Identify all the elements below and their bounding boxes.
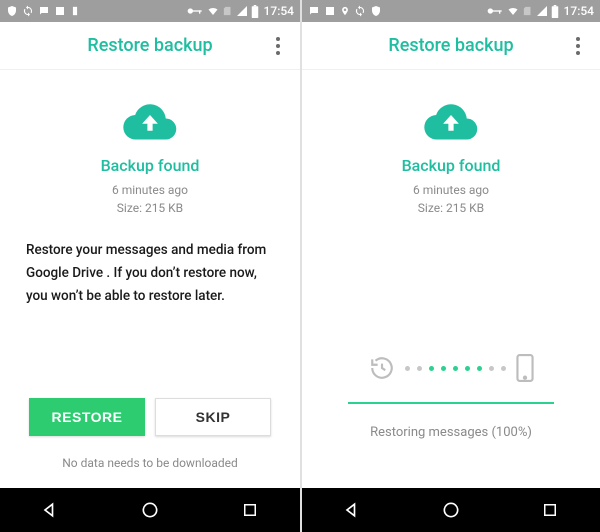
page-title: Restore backup bbox=[388, 35, 513, 56]
nav-home-button[interactable] bbox=[125, 500, 175, 520]
backup-found-heading: Backup found bbox=[101, 156, 200, 175]
status-bar: 17:54 bbox=[0, 0, 300, 22]
history-icon bbox=[369, 355, 395, 381]
nav-back-button[interactable] bbox=[327, 500, 377, 520]
backup-size: Size: 215 KB bbox=[413, 199, 489, 217]
battery-icon bbox=[551, 5, 559, 18]
backup-found-heading: Backup found bbox=[402, 156, 501, 175]
status-time: 17:54 bbox=[264, 4, 294, 18]
phone-left: 17:54 Restore backup Backup found 6 minu… bbox=[0, 0, 300, 532]
cloud-upload-icon bbox=[122, 102, 178, 142]
nav-bar bbox=[302, 488, 600, 532]
restore-description: Restore your messages and media from Goo… bbox=[20, 239, 280, 308]
nav-recents-button[interactable] bbox=[225, 501, 275, 519]
image-icon bbox=[54, 5, 66, 17]
restoring-status: Restoring messages (100%) bbox=[302, 425, 600, 440]
app-bar: Restore backup bbox=[0, 22, 300, 70]
battery-icon bbox=[251, 5, 259, 18]
button-row: RESTORE SKIP bbox=[0, 398, 300, 436]
signal-icon bbox=[536, 5, 548, 17]
skip-button[interactable]: SKIP bbox=[155, 398, 271, 436]
status-right-icons: 17:54 bbox=[487, 4, 594, 18]
message-icon bbox=[38, 5, 50, 17]
key-icon bbox=[487, 6, 503, 16]
progress-bar bbox=[348, 402, 554, 404]
device-icon bbox=[70, 5, 80, 17]
nav-bar bbox=[0, 488, 300, 532]
status-left-icons bbox=[6, 5, 80, 17]
wifi-icon bbox=[206, 5, 220, 17]
no-sim-icon bbox=[223, 5, 233, 17]
app-bar: Restore backup bbox=[302, 22, 600, 70]
location-icon bbox=[340, 5, 350, 17]
key-icon bbox=[187, 6, 203, 16]
image-icon bbox=[324, 5, 336, 17]
sync-icon bbox=[22, 5, 34, 17]
backup-time: 6 minutes ago bbox=[413, 181, 489, 199]
backup-time: 6 minutes ago bbox=[112, 181, 188, 199]
nav-home-button[interactable] bbox=[426, 500, 476, 520]
status-time: 17:54 bbox=[564, 4, 594, 18]
progress-dots bbox=[405, 366, 506, 371]
shield-icon bbox=[370, 5, 382, 17]
status-left-icons bbox=[308, 5, 382, 17]
nav-recents-button[interactable] bbox=[525, 501, 575, 519]
message-icon bbox=[308, 5, 320, 17]
status-right-icons: 17:54 bbox=[187, 4, 294, 18]
overflow-menu-button[interactable] bbox=[566, 34, 590, 58]
signal-icon bbox=[236, 5, 248, 17]
page-title: Restore backup bbox=[87, 35, 212, 56]
no-sim-icon bbox=[523, 5, 533, 17]
restore-animation bbox=[302, 354, 600, 382]
backup-size: Size: 215 KB bbox=[112, 199, 188, 217]
phone-icon bbox=[516, 354, 534, 382]
overflow-menu-button[interactable] bbox=[266, 34, 290, 58]
cloud-upload-icon bbox=[423, 102, 479, 142]
download-note: No data needs to be downloaded bbox=[0, 456, 300, 470]
sync-icon bbox=[354, 5, 366, 17]
status-bar: 17:54 bbox=[302, 0, 600, 22]
shield-icon bbox=[6, 5, 18, 17]
phone-right: 17:54 Restore backup Backup found 6 minu… bbox=[300, 0, 600, 532]
backup-meta: 6 minutes ago Size: 215 KB bbox=[413, 181, 489, 217]
restore-button[interactable]: RESTORE bbox=[29, 398, 145, 436]
nav-back-button[interactable] bbox=[25, 500, 75, 520]
wifi-icon bbox=[506, 5, 520, 17]
backup-meta: 6 minutes ago Size: 215 KB bbox=[112, 181, 188, 217]
